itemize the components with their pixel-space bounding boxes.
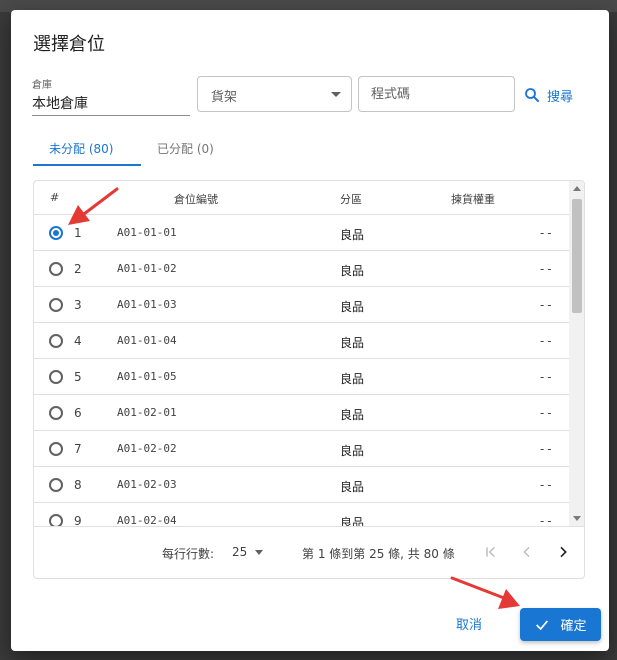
warehouse-field[interactable]: 倉庫 本地倉庫 — [32, 76, 190, 116]
row-location-code: A01-02-02 — [117, 442, 177, 455]
row-pick-weight: -- — [538, 262, 553, 276]
row-number: 1 — [74, 226, 82, 240]
table-row[interactable]: 9 A01-02-04 良品 -- — [34, 503, 569, 526]
shelf-placeholder: 貨架 — [211, 90, 238, 105]
table-row[interactable]: 7 A01-02-02 良品 -- — [34, 431, 569, 467]
table-row[interactable]: 8 A01-02-03 良品 -- — [34, 467, 569, 503]
row-number: 9 — [74, 514, 82, 526]
row-pick-weight: -- — [538, 226, 553, 240]
header-zone: 分區 — [340, 193, 362, 206]
row-location-code: A01-01-02 — [117, 262, 177, 275]
table-row[interactable]: 3 A01-01-03 良品 -- — [34, 287, 569, 323]
row-pick-weight: -- — [538, 514, 553, 526]
vertical-scrollbar[interactable] — [569, 181, 584, 526]
row-number: 6 — [74, 406, 82, 420]
table-row[interactable]: 4 A01-01-04 良品 -- — [34, 323, 569, 359]
row-pick-weight: -- — [538, 406, 553, 420]
confirm-button[interactable]: 確定 — [520, 608, 601, 641]
row-number: 2 — [74, 262, 82, 276]
next-page-button[interactable] — [552, 541, 574, 563]
row-radio[interactable] — [49, 442, 63, 456]
shelf-select[interactable]: 貨架 — [197, 76, 352, 112]
code-input[interactable] — [358, 76, 515, 112]
row-number: 3 — [74, 298, 82, 312]
location-table: # 倉位編號 分區 揀貨權重 1 A01-01-01 良品 -- 2 A01-01-02 良… — [33, 180, 585, 579]
row-zone: 良品 — [340, 300, 365, 314]
row-zone: 良品 — [340, 228, 365, 242]
search-button[interactable]: 搜尋 — [523, 83, 573, 107]
active-tab-indicator — [33, 164, 141, 166]
check-icon — [536, 619, 549, 630]
row-zone: 良品 — [340, 336, 365, 350]
row-radio[interactable] — [49, 226, 63, 240]
row-radio[interactable] — [49, 478, 63, 492]
row-radio[interactable] — [49, 370, 63, 384]
warehouse-label: 倉庫 — [32, 80, 52, 91]
scrollbar-thumb[interactable] — [572, 199, 582, 313]
row-radio[interactable] — [49, 334, 63, 348]
row-pick-weight: -- — [538, 334, 553, 348]
row-radio[interactable] — [49, 298, 63, 312]
row-location-code: A01-02-04 — [117, 514, 177, 526]
search-label: 搜尋 — [547, 89, 574, 105]
header-location-code: 倉位編號 — [174, 193, 218, 206]
select-location-dialog: 選擇倉位 倉庫 本地倉庫 貨架 搜尋 未分配 (80) 已分配 (0) # 倉位… — [11, 10, 609, 651]
table-row[interactable]: 5 A01-01-05 良品 -- — [34, 359, 569, 395]
chevron-right-icon — [560, 546, 567, 558]
row-zone: 良品 — [340, 408, 365, 422]
cancel-button[interactable]: 取消 — [456, 614, 482, 633]
table-row[interactable]: 1 A01-01-01 良品 -- — [34, 215, 569, 251]
row-number: 8 — [74, 478, 82, 492]
chevron-down-icon — [255, 549, 264, 555]
row-pick-weight: -- — [538, 442, 553, 456]
row-location-code: A01-01-03 — [117, 298, 177, 311]
confirm-label: 確定 — [560, 619, 587, 634]
chevron-left-icon — [523, 546, 530, 558]
row-number: 5 — [74, 370, 82, 384]
rows-per-page-select[interactable]: 25 — [232, 545, 264, 559]
previous-page-button[interactable] — [516, 541, 538, 563]
rows-per-page-label: 每行行數: — [162, 547, 215, 561]
row-zone: 良品 — [340, 444, 365, 458]
row-radio[interactable] — [49, 406, 63, 420]
rows-per-page-value: 25 — [232, 545, 248, 559]
row-location-code: A01-02-01 — [117, 406, 177, 419]
first-page-button[interactable] — [480, 541, 502, 563]
tab-unassigned[interactable]: 未分配 (80) — [49, 140, 113, 157]
tab-assigned[interactable]: 已分配 (0) — [157, 140, 214, 157]
header-pick-weight: 揀貨權重 — [451, 193, 495, 206]
pagination-range: 第 1 條到第 25 條, 共 80 條 — [302, 547, 455, 561]
table-scroll-area[interactable]: # 倉位編號 分區 揀貨權重 1 A01-01-01 良品 -- 2 A01-01-02 良… — [34, 181, 569, 526]
row-location-code: A01-02-03 — [117, 478, 177, 491]
table-body: 1 A01-01-01 良品 -- 2 A01-01-02 良品 -- 3 A01-01-03 良品… — [34, 215, 569, 526]
row-zone: 良品 — [340, 264, 365, 278]
table-row[interactable]: 2 A01-01-02 良品 -- — [34, 251, 569, 287]
row-pick-weight: -- — [538, 370, 553, 384]
first-page-icon — [486, 546, 495, 558]
row-zone: 良品 — [340, 480, 365, 494]
row-pick-weight: -- — [538, 478, 553, 492]
row-location-code: A01-01-01 — [117, 226, 177, 239]
row-number: 4 — [74, 334, 82, 348]
header-index: # — [50, 191, 60, 204]
table-row[interactable]: 6 A01-02-01 良品 -- — [34, 395, 569, 431]
scroll-up-icon[interactable] — [573, 186, 581, 191]
table-header: # 倉位編號 分區 揀貨權重 — [34, 181, 569, 215]
search-icon — [525, 88, 539, 102]
row-zone: 良品 — [340, 516, 365, 526]
row-location-code: A01-01-05 — [117, 370, 177, 383]
pagination: 每行行數: 25 第 1 條到第 25 條, 共 80 條 — [34, 526, 584, 578]
row-radio[interactable] — [49, 514, 63, 526]
chevron-down-icon — [331, 92, 341, 97]
row-zone: 良品 — [340, 372, 365, 386]
row-radio[interactable] — [49, 262, 63, 276]
row-number: 7 — [74, 442, 82, 456]
dialog-title: 選擇倉位 — [33, 34, 105, 55]
scroll-down-icon[interactable] — [573, 516, 581, 521]
row-pick-weight: -- — [538, 298, 553, 312]
row-location-code: A01-01-04 — [117, 334, 177, 347]
warehouse-value: 本地倉庫 — [32, 96, 88, 112]
